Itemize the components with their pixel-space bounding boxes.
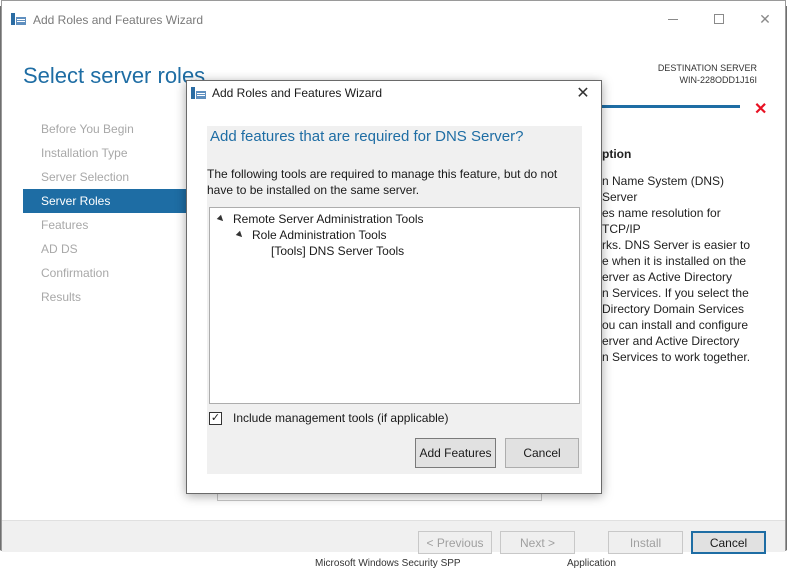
close-icon: ✕ xyxy=(576,85,590,102)
dialog-titlebar: Add Roles and Features Wizard ✕ xyxy=(187,81,601,105)
destination-server-info: DESTINATION SERVER WIN-228ODD1J16I xyxy=(658,62,757,86)
description-line: n Services. If you select the xyxy=(602,286,749,300)
checkmark-icon: ✓ xyxy=(210,411,221,424)
dialog-body: Add features that are required for DNS S… xyxy=(207,126,582,474)
description-line: Directory Domain Services xyxy=(602,302,745,316)
description-text: n Name System (DNS) Server es name resol… xyxy=(602,173,762,365)
nav-item-results[interactable]: Results xyxy=(23,285,188,309)
description-line: erver as Active Directory xyxy=(602,270,733,284)
header-accent-line xyxy=(602,105,740,108)
tree-item-label: [Tools] DNS Server Tools xyxy=(271,244,405,258)
red-x-icon[interactable]: ✕ xyxy=(754,99,767,119)
description-line: es name resolution for TCP/IP xyxy=(602,206,721,236)
tree-item-label: Remote Server Administration Tools xyxy=(233,212,424,226)
description-line: ou can install and configure xyxy=(602,318,749,332)
required-features-dialog: Add Roles and Features Wizard ✕ Add feat… xyxy=(186,80,602,494)
nav-item-installation-type[interactable]: Installation Type xyxy=(23,141,188,165)
install-button[interactable]: Install xyxy=(608,531,683,554)
main-cancel-button[interactable]: Cancel xyxy=(691,531,766,554)
nav-item-server-roles[interactable]: Server Roles xyxy=(23,189,188,213)
checkbox-label: Include management tools (if applicable) xyxy=(233,411,449,425)
close-icon: ✕ xyxy=(759,10,771,27)
description-line: erver and Active Directory xyxy=(602,334,740,348)
description-line: n Name System (DNS) Server xyxy=(602,174,725,204)
dialog-description: The following tools are required to mana… xyxy=(207,167,558,197)
wizard-nav: Before You Begin Installation Type Serve… xyxy=(23,117,188,309)
tree-item[interactable]: [Tools] DNS Server Tools xyxy=(271,243,404,259)
expand-arrow-icon[interactable] xyxy=(216,214,226,224)
include-management-tools[interactable]: ✓ Include management tools (if applicabl… xyxy=(209,410,448,426)
checkbox[interactable]: ✓ xyxy=(209,411,222,425)
destination-label: DESTINATION SERVER xyxy=(657,63,757,73)
minimize-button[interactable] xyxy=(650,1,696,37)
dialog-cancel-button[interactable]: Cancel xyxy=(505,438,579,468)
nav-item-features[interactable]: Features xyxy=(23,213,188,237)
required-tools-tree[interactable]: Remote Server Administration Tools Role … xyxy=(209,207,580,404)
nav-item-confirmation[interactable]: Confirmation xyxy=(23,261,188,285)
description-line: rks. DNS Server is easier to xyxy=(602,238,751,252)
description-title: ption xyxy=(602,147,632,161)
nav-item-before-you-begin[interactable]: Before You Begin xyxy=(23,117,188,141)
background-text: Microsoft Windows Security SPP xyxy=(315,558,461,569)
server-manager-icon xyxy=(191,86,207,100)
minimize-icon xyxy=(668,18,678,20)
next-button[interactable]: Next > xyxy=(500,531,575,554)
tree-item[interactable]: Remote Server Administration Tools xyxy=(216,211,424,227)
expand-arrow-icon[interactable] xyxy=(235,230,245,240)
page-title: Select server roles xyxy=(23,63,206,88)
add-features-button[interactable]: Add Features xyxy=(415,438,496,468)
background-text: Application xyxy=(567,558,616,569)
dialog-close-button[interactable]: ✕ xyxy=(573,83,593,103)
main-window-title: Add Roles and Features Wizard xyxy=(33,13,204,27)
nav-item-server-selection[interactable]: Server Selection xyxy=(23,165,188,189)
main-titlebar: Add Roles and Features Wizard ✕ xyxy=(2,1,785,37)
description-line: n Services to work together. xyxy=(602,350,751,364)
tree-item-label: Role Administration Tools xyxy=(252,228,387,242)
server-manager-icon xyxy=(11,12,27,26)
previous-button[interactable]: < Previous xyxy=(418,531,492,554)
close-button[interactable]: ✕ xyxy=(742,1,787,37)
dialog-title: Add Roles and Features Wizard xyxy=(212,86,383,100)
maximize-icon xyxy=(714,14,724,24)
destination-server-name: WIN-228ODD1J16I xyxy=(679,75,757,85)
tree-item[interactable]: Role Administration Tools xyxy=(235,227,387,243)
description-line: e when it is installed on the xyxy=(602,254,747,268)
nav-item-ad-ds[interactable]: AD DS xyxy=(23,237,188,261)
dialog-heading: Add features that are required for DNS S… xyxy=(210,128,524,145)
maximize-button[interactable] xyxy=(696,1,742,37)
